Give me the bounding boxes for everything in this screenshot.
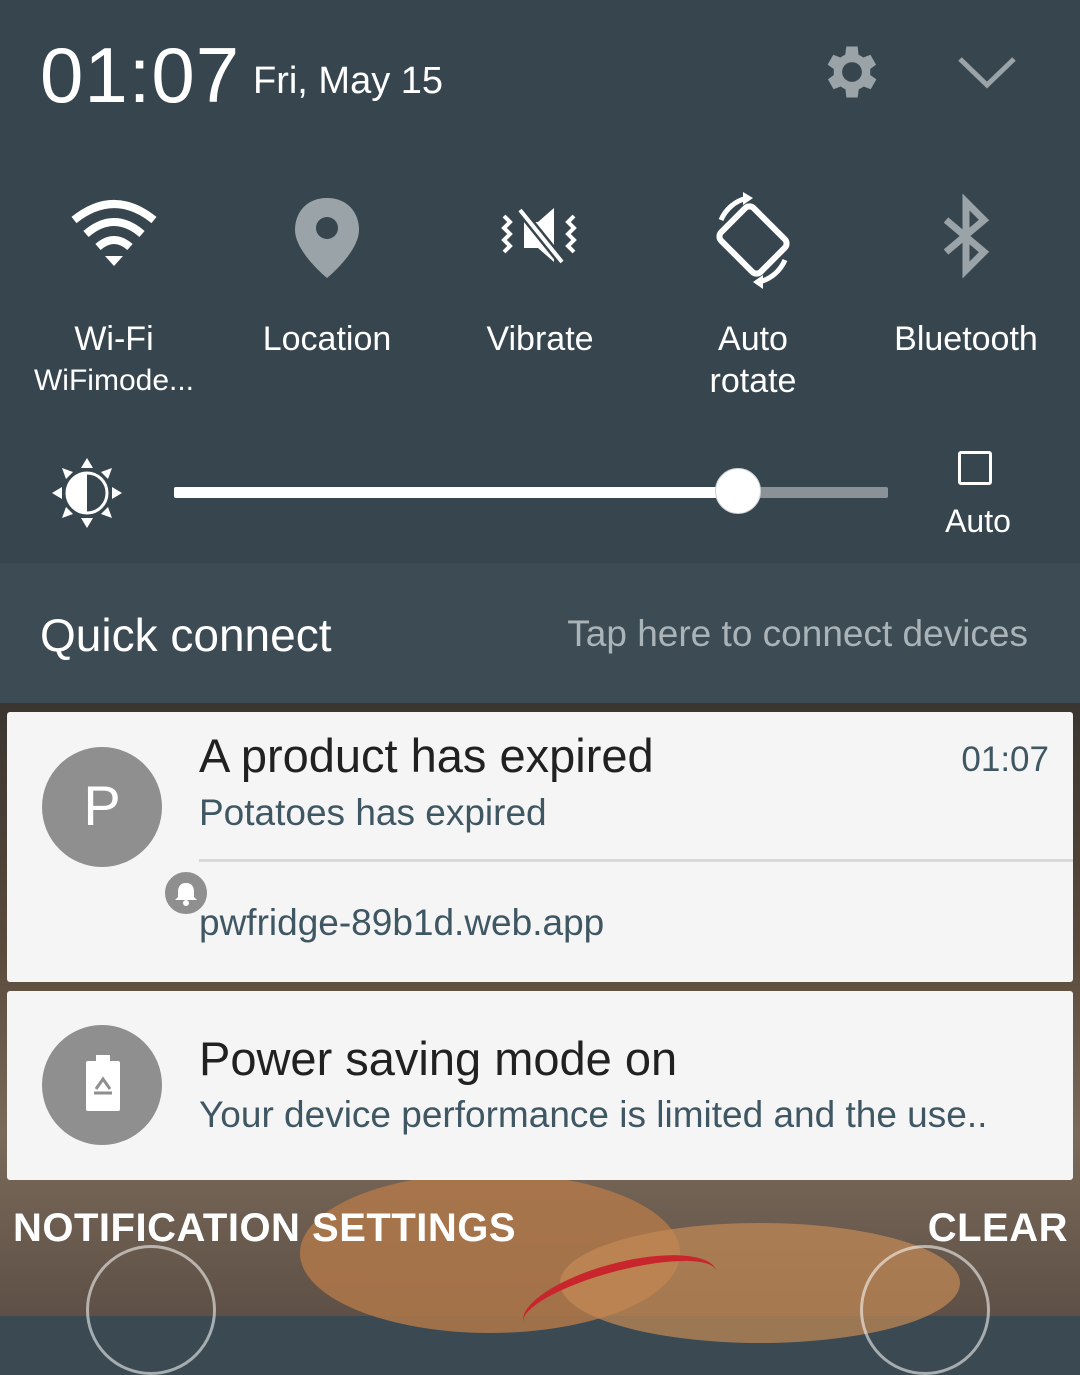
- tile-bluetooth[interactable]: Bluetooth: [861, 190, 1071, 420]
- wifi-icon: [71, 200, 157, 266]
- battery-recycle-icon: [86, 1055, 120, 1111]
- notification-time: 01:07: [961, 740, 1049, 779]
- quick-connect-title: Quick connect: [40, 609, 332, 661]
- notification-body: Potatoes has expired: [199, 792, 547, 833]
- avatar: P: [42, 747, 210, 917]
- notification-body: Your device performance is limited and t…: [199, 1094, 988, 1135]
- notification-card-expired[interactable]: P A product has expired Potatoes has exp…: [7, 712, 1073, 982]
- dock-app-icon: [860, 1245, 990, 1375]
- auto-brightness-label: Auto: [945, 503, 1011, 539]
- quick-connect-bar[interactable]: Quick connect Tap here to connect device…: [0, 563, 1080, 703]
- tile-label: Bluetooth: [894, 320, 1038, 358]
- brightness-slider-fill: [174, 487, 739, 498]
- brightness-slider-thumb[interactable]: [715, 468, 762, 514]
- collapse-button[interactable]: [950, 45, 1024, 101]
- date: Fri, May 15: [253, 60, 444, 102]
- tile-label: Location: [262, 320, 392, 358]
- bluetooth-icon: [943, 193, 990, 279]
- notification-app-source: pwfridge-89b1d.web.app: [199, 902, 605, 943]
- notification-settings-button[interactable]: NOTIFICATION SETTINGS: [13, 1206, 516, 1251]
- quick-connect-hint: Tap here to connect devices: [567, 613, 1028, 654]
- auto-rotate-icon: [716, 192, 790, 289]
- tile-sublabel: WiFimode...: [33, 364, 195, 397]
- vibrate-icon: [501, 207, 577, 265]
- auto-brightness-checkbox[interactable]: [958, 451, 992, 485]
- brightness-slider[interactable]: [174, 468, 888, 514]
- tile-label: Vibrate: [486, 320, 594, 358]
- tile-location[interactable]: Location: [222, 190, 432, 420]
- location-pin-icon: [295, 198, 359, 278]
- gear-icon: [827, 46, 877, 98]
- brightness-icon: [52, 458, 122, 528]
- tile-label: Auto rotate: [709, 320, 797, 400]
- settings-button[interactable]: [818, 38, 886, 106]
- quick-settings-panel: 01:07 Fri, May 15 Wi-Fi WiFimode... Loca…: [0, 0, 1080, 563]
- notification-card-power-saving[interactable]: Power saving mode on Your device perform…: [7, 991, 1073, 1180]
- notification-title: A product has expired: [199, 729, 654, 782]
- tile-wifi[interactable]: Wi-Fi WiFimode...: [9, 190, 219, 420]
- notification-divider: [199, 859, 1073, 862]
- tile-vibrate[interactable]: Vibrate: [435, 190, 645, 420]
- tile-auto-rotate[interactable]: Auto rotate: [648, 190, 858, 420]
- clock: 01:07: [40, 31, 241, 119]
- tile-label: Wi-Fi: [74, 320, 154, 358]
- clear-button[interactable]: CLEAR: [928, 1206, 1068, 1251]
- dock-app-icon: [86, 1245, 216, 1375]
- avatar: [42, 1025, 162, 1145]
- avatar-letter: P: [83, 774, 121, 837]
- chevron-down-icon: [958, 57, 1016, 89]
- notification-title: Power saving mode on: [199, 1032, 678, 1085]
